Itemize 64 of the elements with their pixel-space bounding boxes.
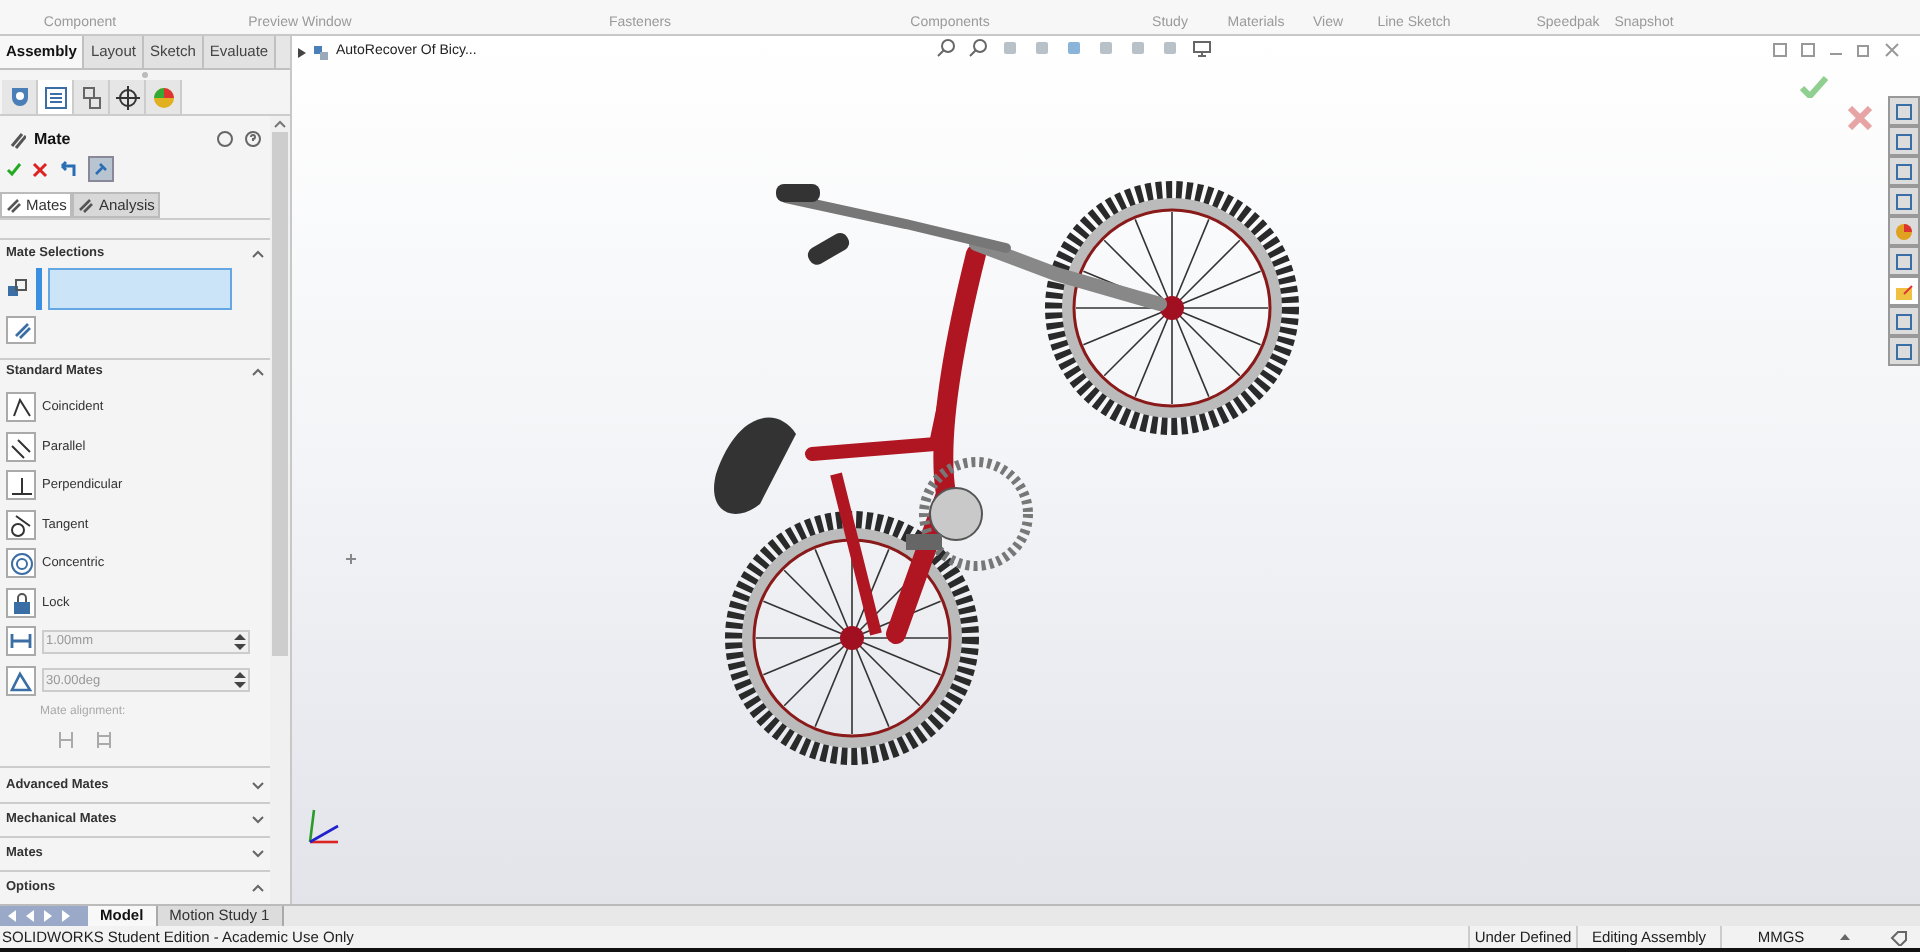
mate-entities-icon	[6, 277, 28, 300]
task-pane-tab[interactable]	[1888, 156, 1920, 186]
restore-icon[interactable]	[1856, 42, 1872, 58]
anti-aligned-icon[interactable]	[94, 730, 114, 751]
expand-chevron-icon[interactable]	[252, 781, 264, 790]
pushpin-icon	[94, 162, 108, 177]
selection-field[interactable]	[48, 267, 232, 310]
dropdown-caret-icon[interactable]	[1840, 933, 1850, 941]
configuration-manager-icon	[77, 83, 105, 111]
zoom-to-fit-icon[interactable]	[936, 38, 956, 58]
tangent-icon	[8, 511, 34, 538]
lock-icon	[8, 589, 34, 616]
task-pane-tab[interactable]	[1888, 336, 1920, 366]
folder-pencil-icon	[1894, 281, 1914, 301]
task-pane-tab[interactable]	[1888, 276, 1920, 306]
scrollbar-thumb[interactable]	[272, 132, 288, 656]
collapse-chevron-icon[interactable]	[252, 249, 264, 258]
expand-arrow-icon[interactable]	[298, 47, 306, 58]
first-arrow-icon[interactable]	[4, 908, 20, 924]
last-arrow-icon[interactable]	[58, 908, 74, 924]
origin-plus-icon	[346, 554, 356, 564]
next-arrow-icon[interactable]	[40, 908, 56, 924]
panel-handle[interactable]	[142, 72, 148, 78]
cancel-x-icon[interactable]	[1848, 106, 1872, 130]
scrollbar[interactable]	[270, 116, 290, 904]
expand-chevron-icon[interactable]	[252, 849, 264, 858]
zoom-area-icon[interactable]	[968, 38, 988, 58]
parallel-icon	[8, 433, 34, 460]
manager-tab[interactable]	[74, 80, 110, 114]
confirm-check-icon[interactable]	[1800, 76, 1828, 98]
collapse-chevron-icon[interactable]	[252, 368, 264, 377]
aligned-icon[interactable]	[56, 730, 76, 751]
tag-icon[interactable]	[1890, 929, 1908, 945]
prev-arrow-icon[interactable]	[22, 908, 38, 924]
task-pane-tab[interactable]	[1888, 186, 1920, 216]
scroll-up-icon[interactable]	[274, 120, 286, 128]
coincident-icon	[8, 394, 34, 421]
task-pane-tab[interactable]	[1888, 246, 1920, 276]
angle-icon	[10, 669, 32, 692]
collapse-chevron-icon[interactable]	[252, 883, 264, 892]
expand-chevron-icon[interactable]	[252, 815, 264, 824]
concentric-icon	[8, 550, 34, 577]
mate-selection-icon	[11, 320, 31, 341]
ok-check-icon[interactable]	[6, 161, 22, 178]
perpendicular-icon	[8, 472, 34, 499]
panel-title: Mate	[34, 127, 71, 152]
undo-arrow-icon[interactable]	[58, 160, 78, 179]
manager-tab[interactable]	[110, 80, 146, 114]
monitor-icon[interactable]	[1192, 38, 1212, 58]
property-manager-icon	[41, 83, 69, 111]
task-pane-tab[interactable]	[1888, 126, 1920, 156]
task-pane-tab[interactable]	[1888, 96, 1920, 126]
crosshair-icon	[113, 83, 141, 111]
help-icon[interactable]	[244, 130, 262, 149]
task-pane-tab[interactable]	[1888, 216, 1920, 246]
select-button[interactable]	[6, 316, 36, 344]
distance-icon	[10, 630, 32, 653]
close-icon[interactable]	[1884, 42, 1900, 58]
pushpin-help-icon[interactable]	[216, 130, 234, 149]
manager-tab[interactable]	[38, 80, 74, 114]
assembly-icon	[312, 43, 330, 62]
keep-visible-button[interactable]	[88, 156, 114, 183]
task-pane-tab[interactable]	[1888, 306, 1920, 336]
cancel-x-icon[interactable]	[32, 161, 48, 178]
